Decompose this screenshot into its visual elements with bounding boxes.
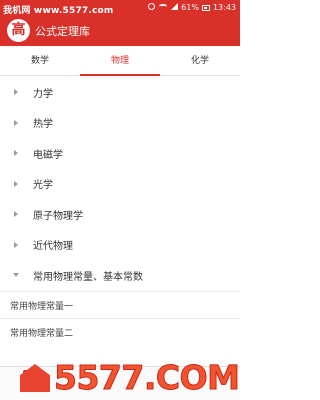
category-label: 原子物理学 <box>33 210 83 222</box>
category-label: 近代物理 <box>33 241 73 253</box>
battery-icon <box>201 4 210 11</box>
list-item-constants-1[interactable]: 常用物理常量一 <box>0 290 240 318</box>
category-row-atomic-physics[interactable]: 原子物理学 <box>0 199 240 230</box>
chevron-right-icon <box>14 150 18 156</box>
nav-item-formulas[interactable]: 公式 <box>14 370 44 394</box>
chevron-right-icon <box>14 241 18 248</box>
status-bar: 我机网 www.5577.com 61% 13:43 <box>0 0 240 16</box>
list-item-label: 常用物理常量一 <box>10 301 74 312</box>
category-list: 力学 热学 电磁学 光学 原子物理学 近代物理 常用物理常量、基本常数 常用物理… <box>0 77 240 345</box>
chevron-down-icon <box>13 273 19 277</box>
chevron-right-icon <box>14 119 18 126</box>
status-right: 61% 13:43 <box>181 3 236 12</box>
chevron-right-icon <box>14 211 18 217</box>
category-row-thermodynamics[interactable]: 热学 <box>0 108 240 139</box>
category-row-electromagnetism[interactable]: 电磁学 <box>0 138 240 169</box>
category-label: 常用物理常量、基本常数 <box>33 271 143 283</box>
app-title: 公式定理库 <box>35 25 90 38</box>
category-label: 电磁学 <box>33 149 63 161</box>
alarm-icon <box>148 3 155 10</box>
subject-tabs: 数学 物理 化学 <box>0 46 240 76</box>
list-item-constants-2[interactable]: 常用物理常量二 <box>0 317 240 345</box>
category-label: 光学 <box>33 180 53 192</box>
app-logo-icon: 高 <box>7 19 30 42</box>
tab-physics[interactable]: 物理 <box>80 46 160 76</box>
category-row-constants[interactable]: 常用物理常量、基本常数 <box>0 260 240 291</box>
status-icons <box>148 3 178 10</box>
chevron-right-icon <box>14 180 18 187</box>
category-row-modern-physics[interactable]: 近代物理 <box>0 230 240 261</box>
home-icon <box>22 370 36 382</box>
list-item-label: 常用物理常量二 <box>10 328 74 339</box>
battery-percent: 61% <box>181 3 199 12</box>
wifi-icon <box>159 4 167 9</box>
category-label: 力学 <box>33 88 53 100</box>
category-row-mechanics[interactable]: 力学 <box>0 77 240 108</box>
site-watermark: 我机网 www.5577.com <box>3 6 114 16</box>
category-label: 热学 <box>33 119 53 131</box>
signal-icon <box>171 3 178 10</box>
chevron-right-icon <box>14 89 18 95</box>
bottom-nav: 公式 <box>0 366 240 400</box>
tab-math[interactable]: 数学 <box>0 46 80 75</box>
app-bar: 高 公式定理库 <box>0 16 240 46</box>
nav-label: 公式 <box>21 384 37 393</box>
tab-chemistry[interactable]: 化学 <box>160 46 240 75</box>
category-row-optics[interactable]: 光学 <box>0 169 240 200</box>
status-time: 13:43 <box>212 3 236 12</box>
